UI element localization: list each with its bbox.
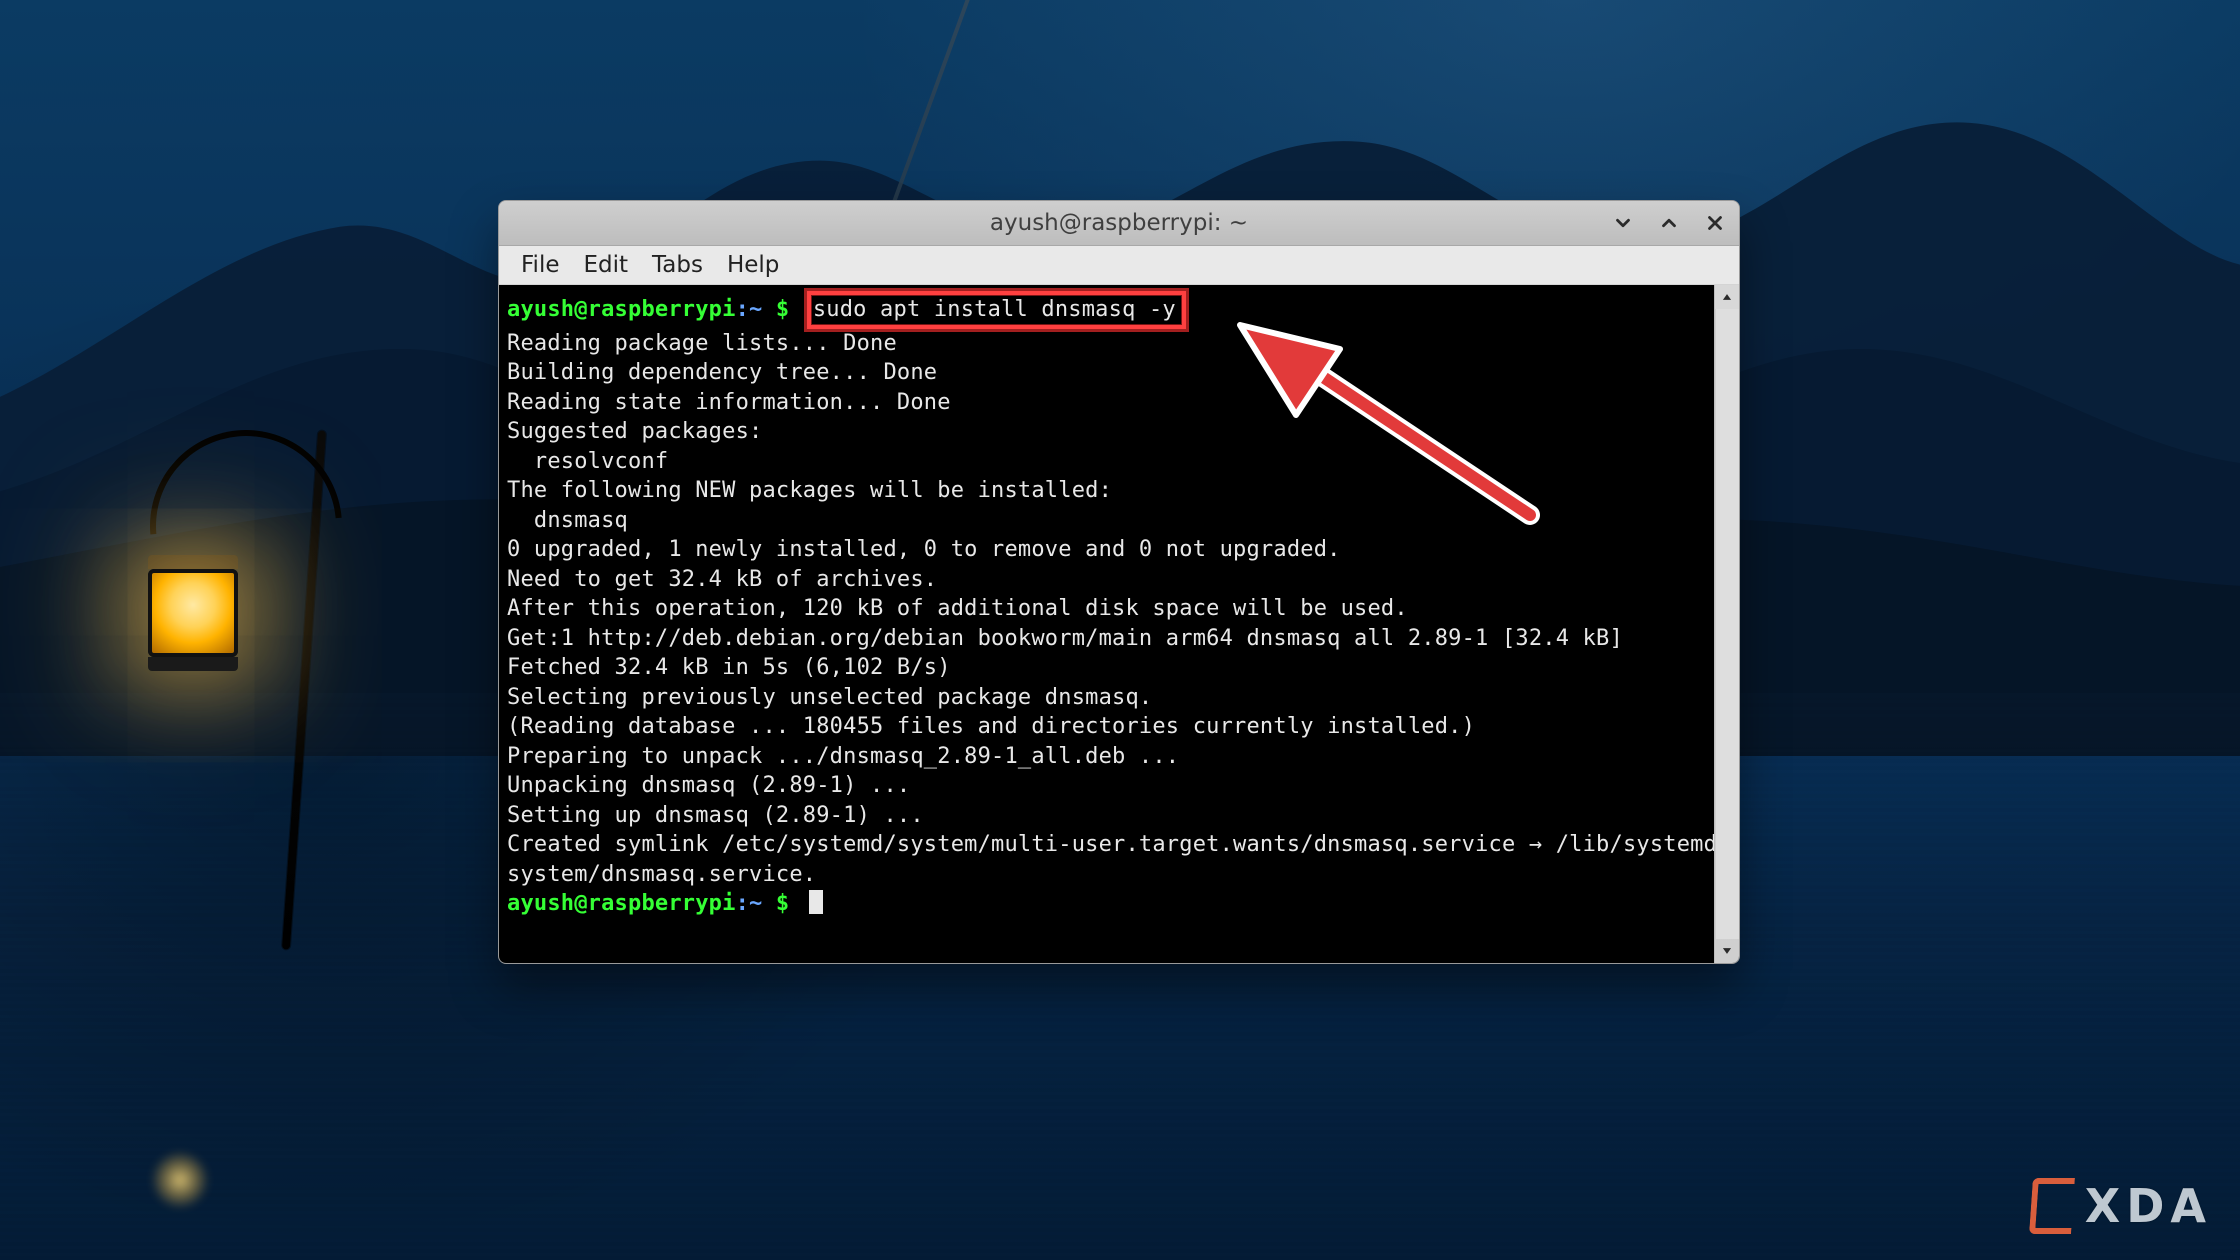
menu-edit[interactable]: Edit	[574, 248, 639, 282]
chevron-up-icon	[1658, 212, 1680, 234]
window-close-button[interactable]	[1701, 209, 1729, 237]
terminal-output: Reading package lists... Done Building d…	[507, 331, 1731, 887]
prompt-dollar: $	[762, 297, 802, 322]
scrollbar-track[interactable]	[1715, 309, 1739, 939]
menu-file[interactable]: File	[511, 248, 570, 282]
terminal-wrap: ayush@raspberrypi:~ $ sudo apt install d…	[499, 285, 1739, 963]
menu-tabs[interactable]: Tabs	[642, 248, 713, 282]
terminal[interactable]: ayush@raspberrypi:~ $ sudo apt install d…	[499, 285, 1739, 963]
prompt-path: ~	[749, 297, 762, 322]
close-icon	[1704, 212, 1726, 234]
scrollbar-up-button[interactable]	[1715, 285, 1739, 309]
terminal-scrollbar[interactable]	[1714, 285, 1739, 963]
prompt-user: ayush@raspberrypi	[507, 297, 736, 322]
highlighted-command: sudo apt install dnsmasq -y	[807, 291, 1186, 329]
window-maximize-button[interactable]	[1655, 209, 1683, 237]
menu-help[interactable]: Help	[717, 248, 789, 282]
xda-bracket-icon	[2029, 1178, 2075, 1234]
terminal-prompt: ayush@raspberrypi:~ $	[507, 297, 803, 322]
window-title: ayush@raspberrypi: ~	[990, 210, 1248, 236]
window-minimize-button[interactable]	[1609, 209, 1637, 237]
chevron-down-icon	[1612, 212, 1634, 234]
wallpaper-lantern-reflection	[150, 1150, 210, 1210]
window-menubar: File Edit Tabs Help	[499, 246, 1739, 285]
scrollbar-down-button[interactable]	[1715, 939, 1739, 963]
terminal-cursor	[809, 890, 823, 914]
triangle-up-icon	[1720, 290, 1734, 304]
triangle-down-icon	[1720, 944, 1734, 958]
xda-text: XDA	[2085, 1179, 2212, 1233]
terminal-window: ayush@raspberrypi: ~ File Edit Tabs Help…	[498, 200, 1740, 964]
window-controls	[1609, 201, 1729, 245]
window-titlebar[interactable]: ayush@raspberrypi: ~	[499, 201, 1739, 246]
prompt-colon: :	[736, 297, 749, 322]
terminal-prompt-2: ayush@raspberrypi:~ $	[507, 891, 803, 916]
xda-watermark: XDA	[2031, 1178, 2212, 1234]
wallpaper-lantern	[148, 555, 238, 675]
